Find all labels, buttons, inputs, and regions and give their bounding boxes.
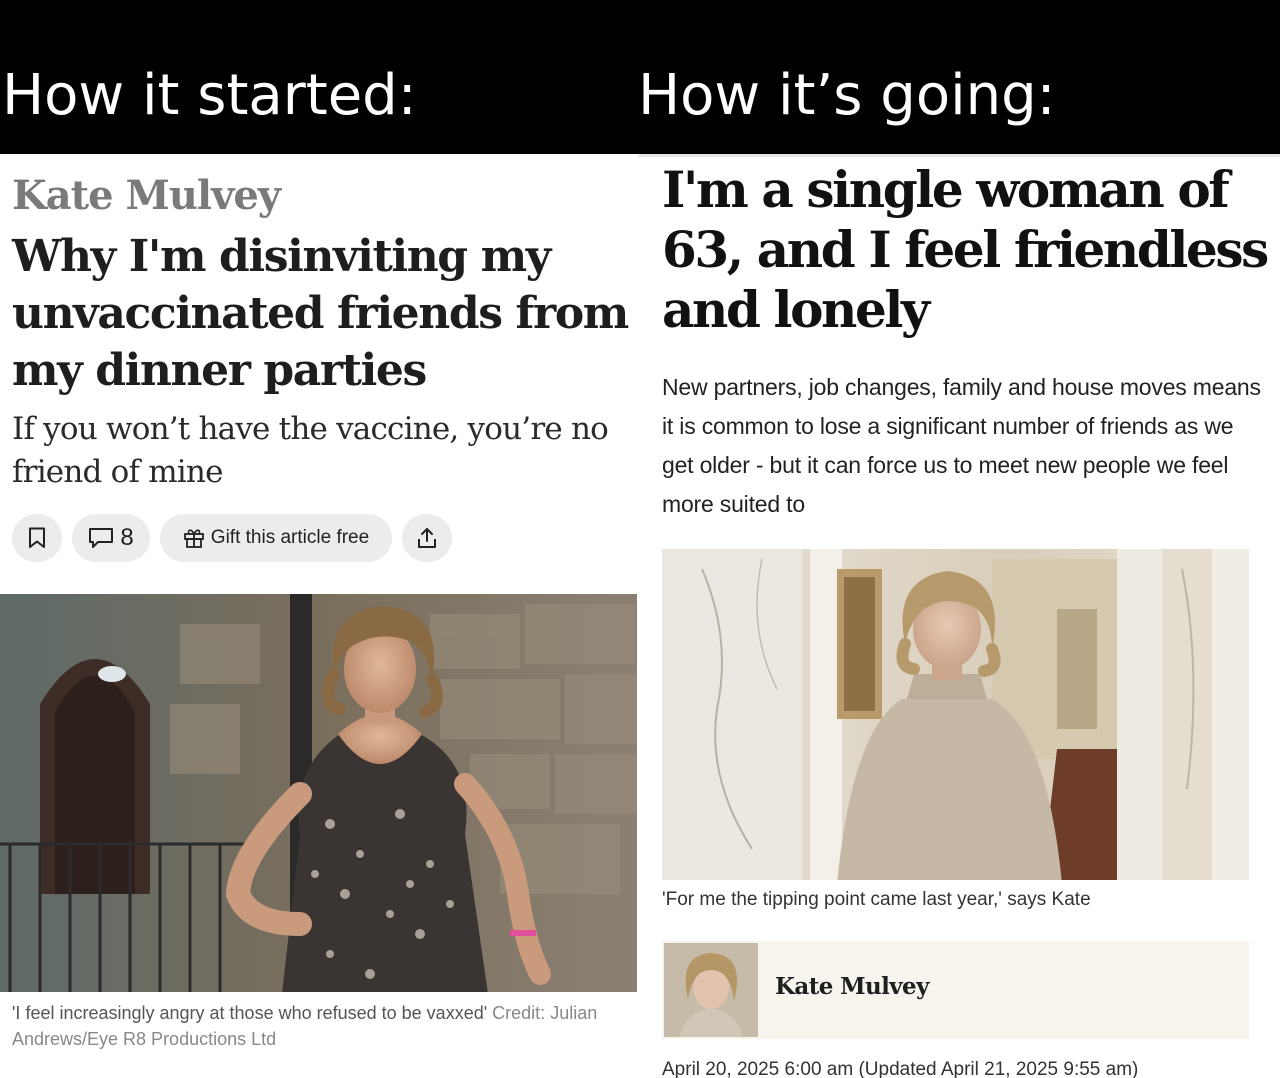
author-byline[interactable]: Kate Mulvey (662, 941, 1249, 1039)
caption-how-it-started: How it started: (2, 63, 417, 128)
article-standfirst: New partners, job changes, family and ho… (662, 374, 1261, 517)
divider (638, 154, 1280, 157)
left-article: Kate Mulvey Why I'm disinviting my unvac… (0, 154, 638, 1078)
comments-button[interactable]: 8 (72, 514, 150, 562)
meme-caption-bar: How it started: How it’s going: (0, 0, 1280, 154)
gift-article-button[interactable]: Gift this article free (160, 514, 392, 562)
article-photo (662, 549, 1249, 880)
publish-date: April 20, 2025 6:00 am (Updated April 21… (662, 1059, 1139, 1078)
photo-caption: 'For me the tipping point came last year… (662, 889, 1091, 910)
right-article: I'm a single woman of 63, and I feel fri… (638, 154, 1280, 1078)
share-button[interactable] (402, 514, 452, 562)
photo-caption: 'I feel increasingly angry at those who … (12, 1000, 632, 1052)
author-name[interactable]: Kate Mulvey (775, 973, 929, 1000)
photo-caption-text: 'I feel increasingly angry at those who … (12, 1003, 488, 1023)
gift-icon (183, 527, 205, 549)
article-standfirst: If you won’t have the vaccine, you’re no… (12, 411, 609, 490)
article-actions: 8 Gift this article free (12, 514, 452, 562)
comment-count: 8 (120, 524, 134, 551)
gift-label: Gift this article free (210, 527, 370, 548)
bookmark-icon (28, 527, 46, 549)
avatar (664, 943, 758, 1037)
bookmark-button[interactable] (12, 514, 62, 562)
article-photo (0, 594, 637, 992)
caption-how-its-going: How it’s going: (638, 63, 1056, 128)
comment-icon (88, 527, 114, 549)
article-headline: Why I'm disinviting my unvaccinated frie… (12, 231, 629, 396)
share-icon (416, 527, 438, 549)
author-name[interactable]: Kate Mulvey (12, 172, 281, 219)
article-headline: I'm a single woman of 63, and I feel fri… (662, 160, 1269, 339)
